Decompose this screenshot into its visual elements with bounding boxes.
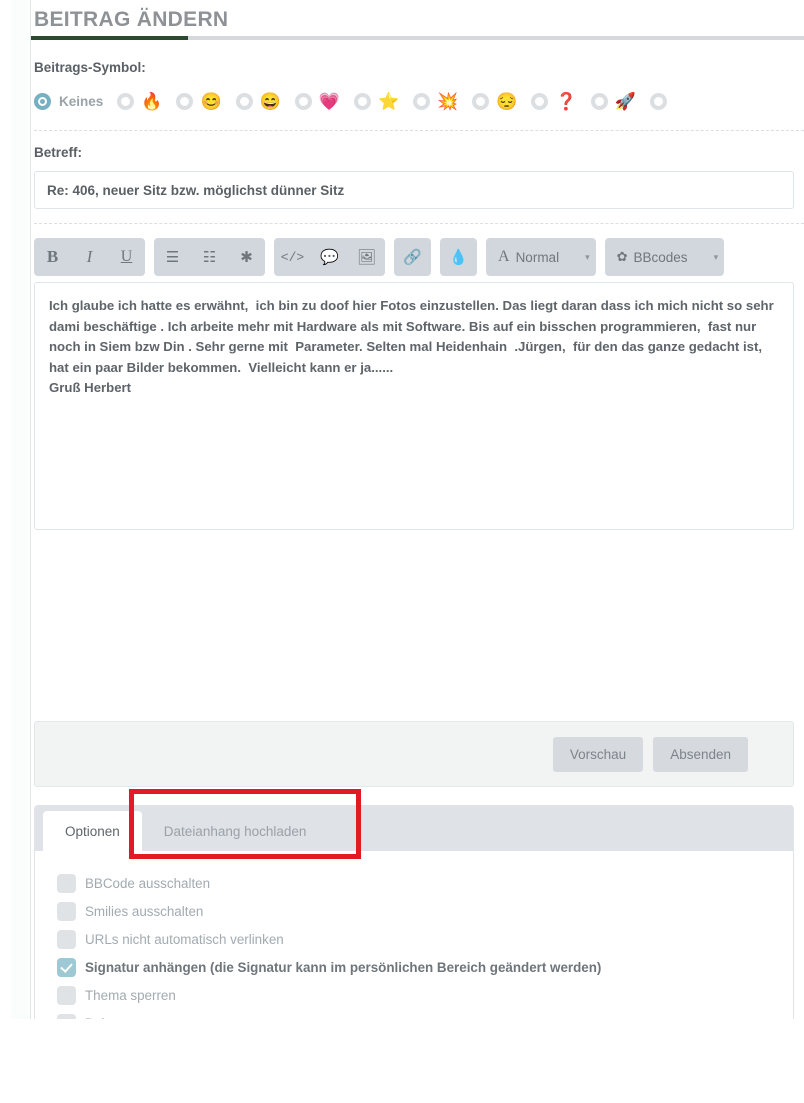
post-icon-option-smiling-face[interactable]: 😊 bbox=[176, 92, 222, 110]
radio-question-mark[interactable] bbox=[531, 92, 549, 110]
radio-grinning-face[interactable] bbox=[235, 92, 253, 110]
toolbar-group-link: 🔗 bbox=[394, 238, 431, 276]
option-row-lock-topic[interactable]: Thema sperren bbox=[57, 981, 793, 1009]
font-size-select-label: Normal bbox=[515, 249, 560, 265]
radio-heart[interactable] bbox=[294, 92, 312, 110]
radio-smiling-face[interactable] bbox=[176, 92, 194, 110]
post-icon-option-cut-off[interactable] bbox=[649, 92, 667, 110]
tabs-container: Optionen Dateianhang hochladen BBCode aus… bbox=[34, 805, 794, 1019]
bbcodes-select-label: BBcodes bbox=[633, 249, 688, 265]
option-label-disable-magic-urls: URLs nicht automatisch verlinken bbox=[85, 931, 284, 947]
tab-optionen[interactable]: Optionen bbox=[43, 811, 142, 851]
radio-relieved-face[interactable] bbox=[472, 92, 490, 110]
toolbar-group-insert: </> 💬 🖼 bbox=[274, 238, 385, 276]
fire-icon[interactable]: 🔥 bbox=[141, 93, 162, 110]
tab-dateianhang[interactable]: Dateianhang hochladen bbox=[142, 811, 329, 851]
separator-1 bbox=[34, 130, 804, 131]
question-mark-icon[interactable]: ❓ bbox=[555, 93, 576, 110]
subject-input[interactable] bbox=[34, 171, 794, 209]
option-label-disable-smilies: Smilies ausschalten bbox=[85, 903, 204, 919]
bbcodes-select[interactable]: ✿ BBcodes ▾ bbox=[604, 238, 725, 276]
option-label-lock-post: Beitrag sperren bbox=[85, 1016, 177, 1020]
link-button[interactable]: 🔗 bbox=[394, 238, 431, 276]
post-icon-option-star[interactable]: ⭐ bbox=[353, 92, 399, 110]
options-checkbox-list[interactable]: BBCode ausschalten Smilies ausschalten URL… bbox=[57, 869, 793, 1019]
italic-button[interactable]: I bbox=[71, 238, 108, 276]
grinning-face-icon[interactable]: 😄 bbox=[260, 93, 281, 110]
radio-none-selected[interactable] bbox=[34, 92, 51, 110]
gear-icon: ✿ bbox=[616, 249, 628, 264]
submit-panel: Vorschau Absenden bbox=[34, 721, 794, 787]
unordered-list-button[interactable]: ☰ bbox=[154, 238, 191, 276]
radio-rocket[interactable] bbox=[590, 92, 608, 110]
checkbox-disable-magic-urls[interactable] bbox=[57, 929, 76, 949]
icon-field-label: Beitrags-Symbol: bbox=[34, 60, 146, 75]
option-row-attach-signature[interactable]: Signatur anhängen (die Signatur kann im … bbox=[57, 953, 793, 981]
color-drop-button[interactable]: 💧 bbox=[440, 238, 477, 276]
bold-button[interactable]: B bbox=[34, 238, 71, 276]
page-title: BEITRAG ÄNDERN bbox=[34, 8, 229, 31]
rocket-icon[interactable]: 🚀 bbox=[615, 93, 636, 110]
asterisk-button[interactable]: ✱ bbox=[228, 238, 265, 276]
main-content: BEITRAG ÄNDERN Beitrags-Symbol: Keines 🔥 😊… bbox=[31, 0, 804, 1019]
radio-star[interactable] bbox=[353, 92, 371, 110]
post-icon-option-collision[interactable]: 💥 bbox=[413, 92, 458, 110]
checkbox-disable-smilies[interactable] bbox=[57, 901, 76, 921]
options-tab-panel: BBCode ausschalten Smilies ausschalten URL… bbox=[34, 851, 794, 1019]
checkbox-disable-bbcode[interactable] bbox=[57, 873, 76, 893]
option-row-disable-bbcode[interactable]: BBCode ausschalten bbox=[57, 869, 793, 897]
heart-icon[interactable]: 💗 bbox=[319, 93, 340, 110]
page-frame: BEITRAG ÄNDERN Beitrags-Symbol: Keines 🔥 😊… bbox=[0, 0, 804, 1019]
quote-button[interactable]: 💬 bbox=[311, 238, 348, 276]
radio-cut-off[interactable] bbox=[649, 92, 667, 110]
checkbox-lock-topic[interactable] bbox=[57, 985, 76, 1005]
title-underline bbox=[31, 36, 804, 40]
radio-collision[interactable] bbox=[413, 92, 431, 110]
image-button[interactable]: 🖼 bbox=[348, 238, 385, 276]
font-size-icon: A bbox=[498, 248, 510, 265]
option-row-lock-post[interactable]: Beitrag sperren bbox=[57, 1009, 793, 1019]
toolbar-group-list-style: ☰ ☷ ✱ bbox=[154, 238, 265, 276]
post-icon-option-label: Keines bbox=[59, 93, 104, 109]
option-label-disable-bbcode: BBCode ausschalten bbox=[85, 875, 211, 891]
collision-icon[interactable]: 💥 bbox=[437, 93, 458, 110]
tab-bar[interactable]: Optionen Dateianhang hochladen bbox=[34, 805, 794, 851]
submit-button[interactable]: Absenden bbox=[653, 736, 748, 772]
star-icon[interactable]: ⭐ bbox=[378, 93, 399, 110]
chevron-down-icon[interactable]: ▾ bbox=[585, 252, 590, 263]
left-gutter-inner bbox=[11, 0, 31, 1019]
code-button[interactable]: </> bbox=[274, 238, 311, 276]
post-icon-radio-group[interactable]: Keines 🔥 😊 😄 💗 ⭐ 💥 😔 ❓ 🚀 bbox=[31, 86, 804, 116]
ordered-list-button[interactable]: ☷ bbox=[191, 238, 228, 276]
separator-2 bbox=[34, 223, 804, 224]
option-row-disable-magic-urls[interactable]: URLs nicht automatisch verlinken bbox=[57, 925, 793, 953]
subject-field-label: Betreff: bbox=[34, 145, 83, 160]
editor-toolbar[interactable]: B I U ☰ ☷ ✱ </> 💬 🖼 🔗 💧 A Normal ▾ ✿ BBcodes ▾ bbox=[34, 238, 804, 276]
toolbar-group-color: 💧 bbox=[440, 238, 477, 276]
smiling-face-icon[interactable]: 😊 bbox=[200, 93, 221, 110]
relieved-face-icon[interactable]: 😔 bbox=[496, 93, 517, 110]
option-label-lock-topic: Thema sperren bbox=[85, 987, 176, 1003]
radio-fire[interactable] bbox=[117, 92, 135, 110]
font-size-select[interactable]: A Normal ▾ bbox=[486, 238, 596, 276]
toolbar-group-text-style: BIU bbox=[34, 238, 145, 276]
preview-button[interactable]: Vorschau bbox=[552, 736, 644, 772]
post-icon-option-none[interactable]: Keines bbox=[34, 92, 104, 110]
option-label-attach-signature: Signatur anhängen (die Signatur kann im … bbox=[85, 959, 602, 975]
post-icon-option-rocket[interactable]: 🚀 bbox=[590, 92, 636, 110]
option-row-disable-smilies[interactable]: Smilies ausschalten bbox=[57, 897, 793, 925]
post-icon-option-fire[interactable]: 🔥 bbox=[117, 92, 162, 110]
chevron-down-icon[interactable]: ▾ bbox=[714, 252, 719, 263]
post-icon-option-grinning-face[interactable]: 😄 bbox=[235, 92, 281, 110]
checkbox-lock-post[interactable] bbox=[57, 1013, 76, 1019]
post-icon-option-relieved-face[interactable]: 😔 bbox=[472, 92, 517, 110]
underline-button[interactable]: U bbox=[108, 238, 145, 276]
message-textarea[interactable]: Ich glaube ich hatte es erwähnt, ich bin… bbox=[34, 282, 794, 530]
checkbox-attach-signature[interactable] bbox=[57, 957, 76, 977]
post-icon-option-question-mark[interactable]: ❓ bbox=[531, 92, 577, 110]
post-icon-option-heart[interactable]: 💗 bbox=[294, 92, 340, 110]
